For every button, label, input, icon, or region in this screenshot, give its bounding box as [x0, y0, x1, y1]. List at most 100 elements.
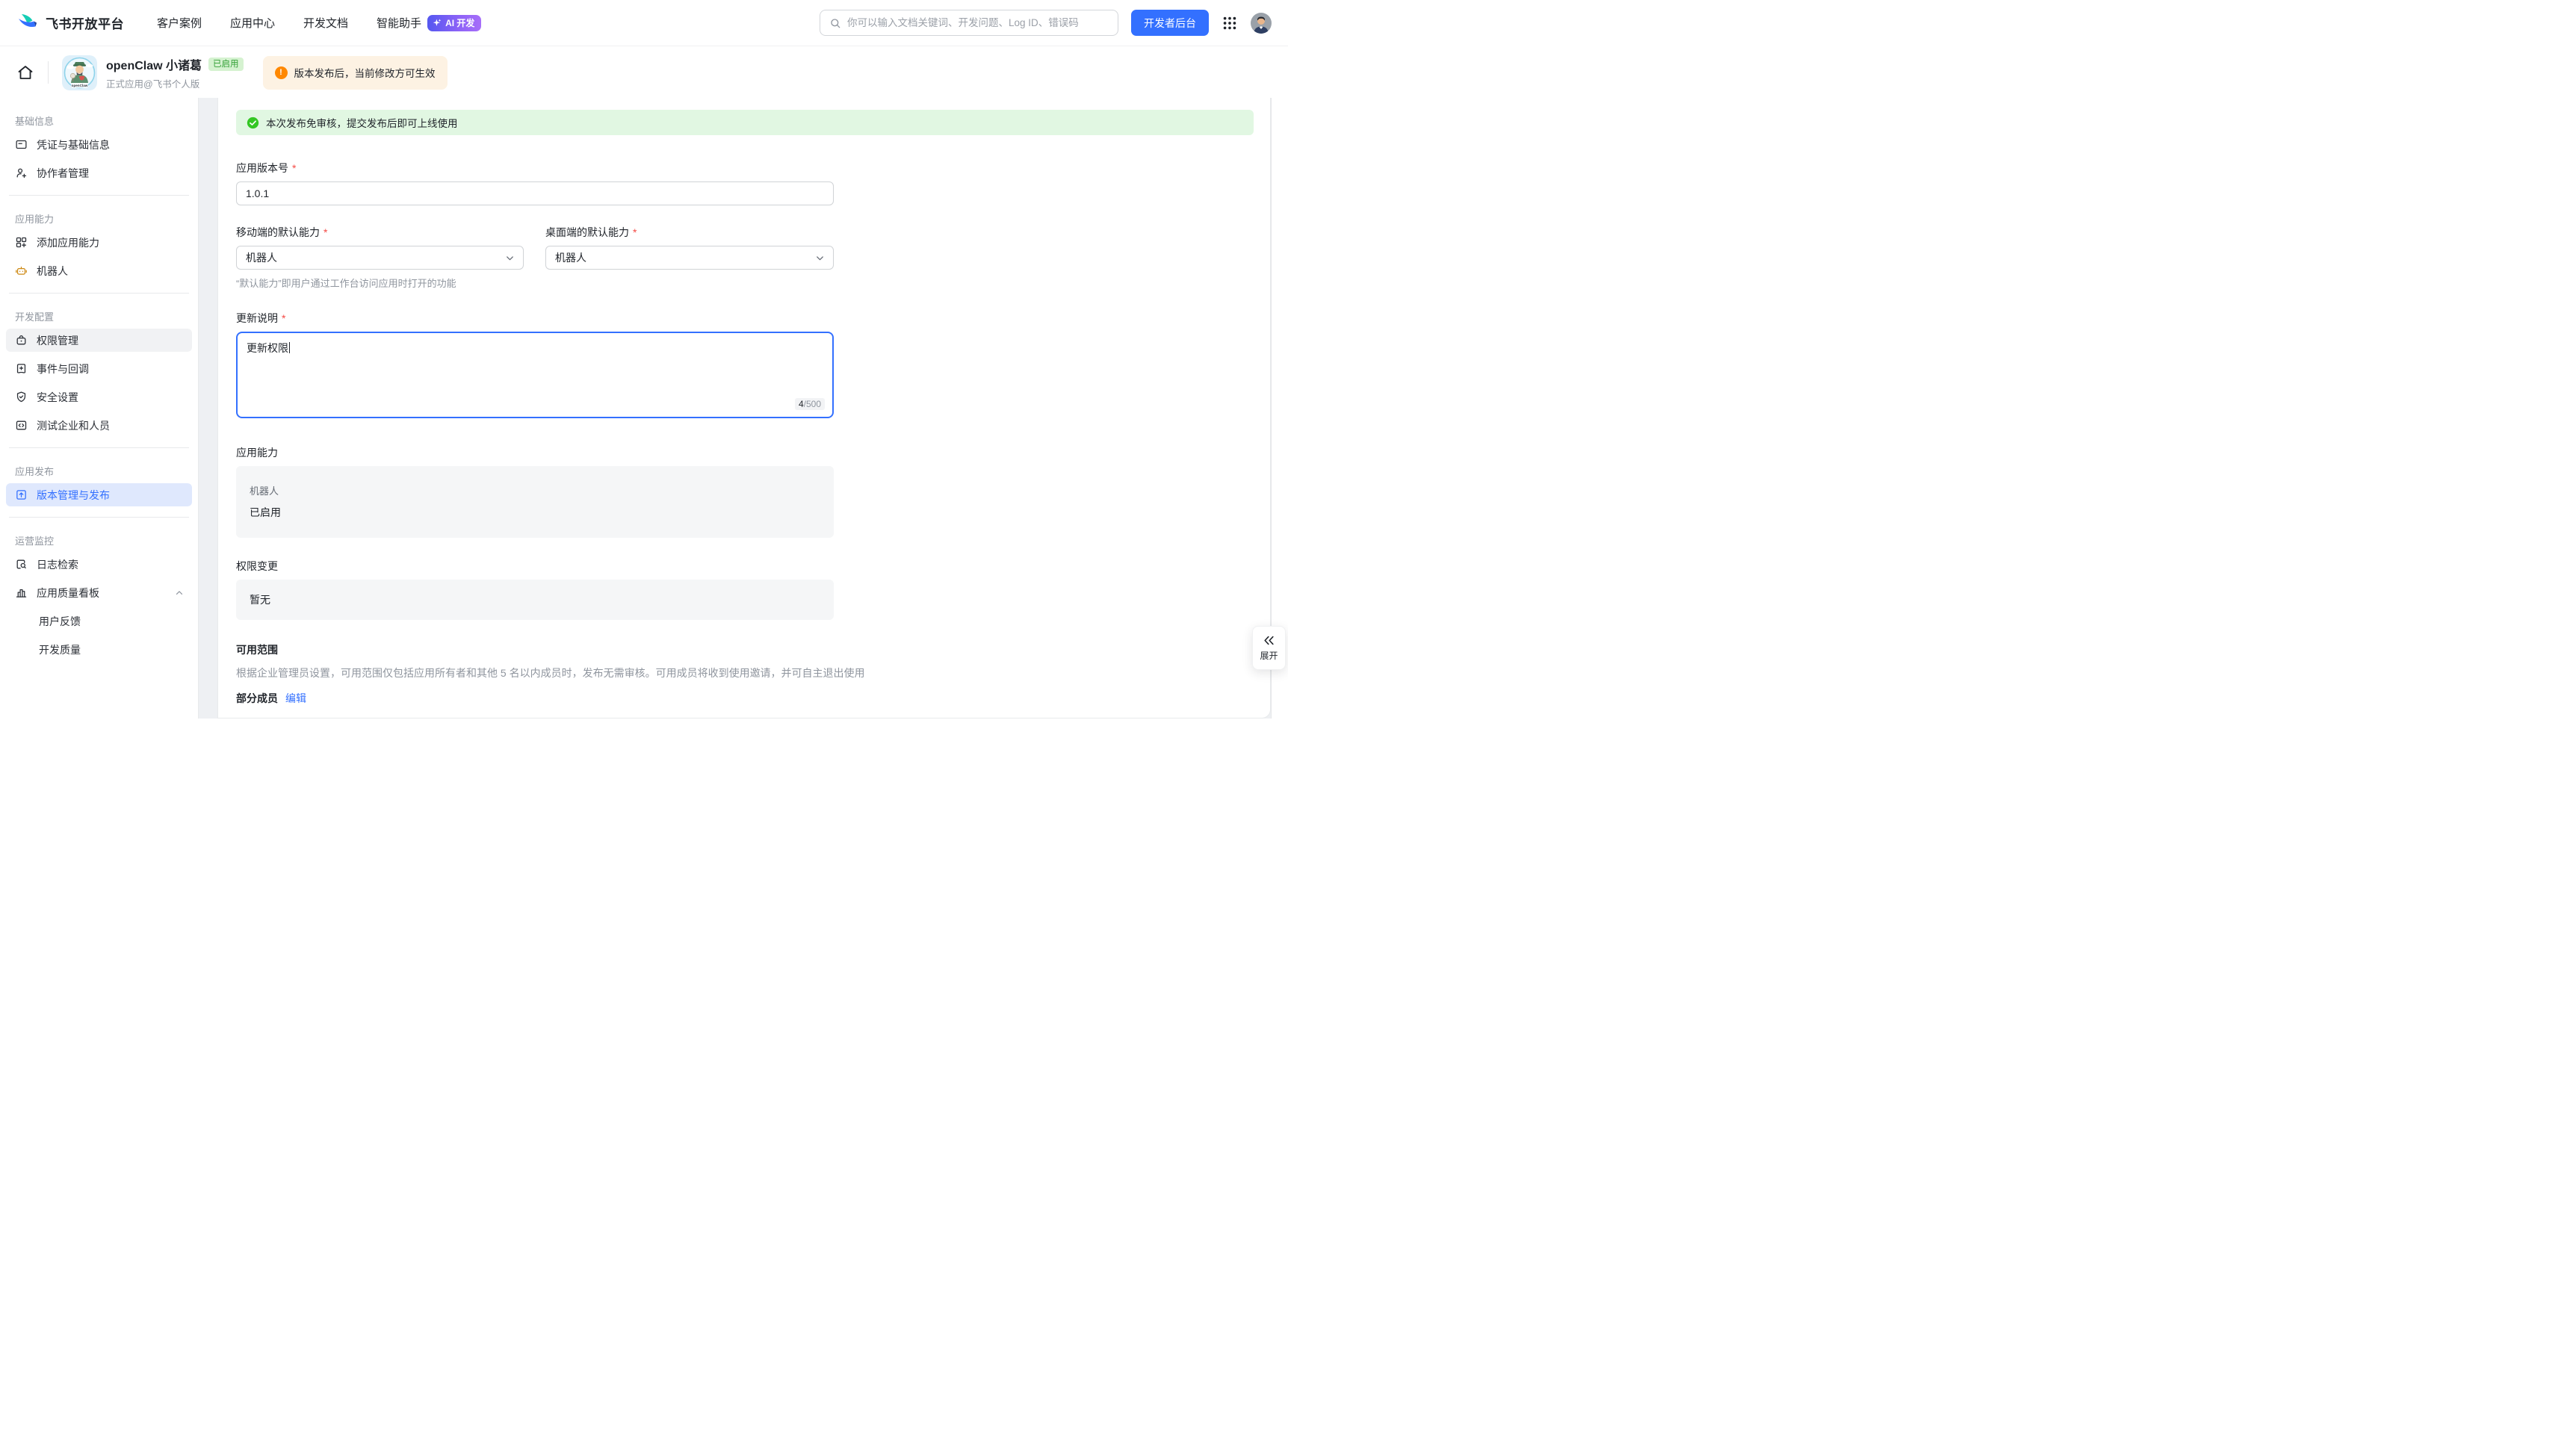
- search-icon: [829, 17, 841, 29]
- success-icon: [247, 117, 259, 129]
- sidebar-item-user-feedback[interactable]: 用户反馈: [6, 609, 192, 633]
- sidebar-item-label: 协作者管理: [37, 166, 89, 181]
- sidebar-item-credentials[interactable]: 凭证与基础信息: [6, 133, 192, 156]
- feishu-open-platform-console: 飞书开放平台 客户案例 应用中心 开发文档 智能助手 AI 开发: [0, 0, 1288, 718]
- required-asterisk: *: [282, 312, 285, 324]
- scope-row: 部分成员 编辑: [236, 691, 1252, 706]
- bar-chart-icon: [15, 586, 28, 599]
- divider: [48, 61, 49, 84]
- global-search[interactable]: [820, 10, 1118, 36]
- home-icon[interactable]: [16, 63, 34, 81]
- sidebar-item-label: 事件与回调: [37, 361, 89, 376]
- app-avatar-image: openClaw: [62, 55, 97, 90]
- nav-ai-assistant-label: 智能助手: [377, 15, 421, 31]
- sidebar-item-label: 添加应用能力: [37, 235, 99, 250]
- update-notes-label: 更新说明*: [236, 311, 1252, 326]
- required-asterisk: *: [323, 226, 327, 238]
- review-free-text: 本次发布免审核，提交发布后即可上线使用: [266, 115, 458, 130]
- sidebar-divider: [9, 447, 189, 448]
- sidebar-item-label: 日志检索: [37, 557, 78, 572]
- sidebar-item-events-callbacks[interactable]: 事件与回调: [6, 357, 192, 380]
- double-chevron-left-icon: [1263, 634, 1275, 647]
- app-avatar[interactable]: openClaw: [62, 55, 97, 90]
- capability-status: 已启用: [236, 497, 834, 538]
- ai-sparkle-icon: [433, 18, 442, 28]
- nav-customer-cases[interactable]: 客户案例: [157, 15, 202, 31]
- permission-changes-value: 暂无: [236, 580, 834, 620]
- sidebar-item-bot[interactable]: 机器人: [6, 259, 192, 282]
- search-input[interactable]: [847, 17, 1109, 28]
- sidebar-item-add-capability[interactable]: 添加应用能力: [6, 231, 192, 254]
- sidebar-item-dev-quality[interactable]: 开发质量: [6, 638, 192, 661]
- sidebar-section-dev-config: 开发配置: [6, 309, 192, 323]
- sidebar-item-label: 应用质量看板: [37, 586, 99, 600]
- required-asterisk: *: [633, 226, 637, 238]
- brand-title: 飞书开放平台: [46, 13, 124, 32]
- availability-heading: 可用范围: [236, 642, 1252, 657]
- edit-scope-link[interactable]: 编辑: [285, 691, 306, 706]
- availability-description: 根据企业管理员设置，可用范围仅包括应用所有者和其他 5 名以内成员时，发布无需审…: [236, 665, 1254, 681]
- topnav-right-cluster: 开发者后台: [820, 10, 1272, 36]
- ai-dev-badge-label: AI 开发: [445, 16, 474, 29]
- version-release-form: 本次发布免审核，提交发布后即可上线使用 应用版本号* 移动端的默认能力* 机器人: [217, 98, 1271, 718]
- mobile-capability-label: 移动端的默认能力*: [236, 225, 524, 240]
- app-capability-box: 机器人 已启用: [236, 466, 834, 538]
- review-free-banner: 本次发布免审核，提交发布后即可上线使用: [236, 110, 1254, 135]
- capability-hint: “默认能力”即用户通过工作台访问应用时打开的功能: [236, 276, 1252, 290]
- id-card-icon: [15, 138, 28, 151]
- publish-notice-text: 版本发布后，当前修改方可生效: [294, 65, 436, 80]
- sidebar-item-collaborators[interactable]: 协作者管理: [6, 161, 192, 184]
- required-asterisk: *: [292, 162, 296, 174]
- app-header-bar: openClaw openClaw 小诸葛 已启用 正式应用@飞书个人版 ! 版…: [0, 47, 1288, 98]
- status-badge: 已启用: [208, 58, 244, 71]
- nav-dev-docs[interactable]: 开发文档: [303, 15, 348, 31]
- top-navigation: 飞书开放平台 客户案例 应用中心 开发文档 智能助手 AI 开发: [0, 0, 1288, 46]
- chevron-down-icon: [814, 252, 826, 264]
- shield-check-icon: [15, 391, 28, 403]
- sidebar-item-log-search[interactable]: 日志检索: [6, 553, 192, 576]
- publish-notice-banner: ! 版本发布后，当前修改方可生效: [263, 56, 448, 90]
- event-plus-icon: [15, 362, 28, 375]
- update-notes-textarea[interactable]: 更新权限 4/500: [236, 332, 834, 418]
- ai-dev-badge[interactable]: AI 开发: [427, 15, 481, 31]
- primary-nav: 客户案例 应用中心 开发文档 智能助手 AI 开发: [157, 15, 481, 31]
- char-counter: 4/500: [795, 398, 825, 410]
- sidebar-item-label: 用户反馈: [39, 614, 81, 629]
- members-label: 成员:: [236, 717, 1252, 718]
- user-photo: [1251, 13, 1272, 34]
- sidebar-divider: [9, 195, 189, 196]
- briefcase-lock-icon: [15, 334, 28, 347]
- sidebar-item-test-company[interactable]: 测试企业和人员: [6, 414, 192, 437]
- sidebar-item-version-release[interactable]: 版本管理与发布: [6, 483, 192, 506]
- nav-ai-assistant[interactable]: 智能助手 AI 开发: [377, 15, 481, 31]
- mobile-capability-select[interactable]: 机器人: [236, 246, 524, 270]
- sidebar-divider: [9, 517, 189, 518]
- sidebar-item-permissions[interactable]: 权限管理: [6, 329, 192, 352]
- body-region: 基础信息 凭证与基础信息 协作者管理 应用能力: [0, 98, 1288, 718]
- desktop-capability-select[interactable]: 机器人: [545, 246, 834, 270]
- sidebar-item-label: 机器人: [37, 264, 68, 279]
- code-box-icon: [15, 419, 28, 432]
- sidebar-item-quality-dashboard[interactable]: 应用质量看板: [6, 581, 192, 604]
- sidebar-section-basic-info: 基础信息: [6, 114, 192, 128]
- version-input[interactable]: [236, 181, 834, 205]
- chevron-up-icon[interactable]: [174, 588, 185, 598]
- capability-name: 机器人: [236, 466, 834, 497]
- robot-icon: [15, 264, 28, 277]
- nav-app-center[interactable]: 应用中心: [230, 15, 275, 31]
- sidebar-item-security[interactable]: 安全设置: [6, 385, 192, 409]
- expand-panel-button[interactable]: 展开: [1252, 626, 1286, 670]
- user-avatar[interactable]: [1251, 13, 1272, 34]
- developer-console-button[interactable]: 开发者后台: [1131, 10, 1209, 36]
- desktop-capability-label: 桌面端的默认能力*: [545, 225, 834, 240]
- sidebar-item-label: 权限管理: [37, 333, 78, 348]
- apps-grid-icon[interactable]: [1222, 15, 1238, 31]
- warning-icon: !: [275, 66, 288, 79]
- chevron-down-icon: [504, 252, 515, 264]
- app-meta: openClaw 小诸葛 已启用 正式应用@飞书个人版: [106, 55, 244, 90]
- sidebar-item-label: 版本管理与发布: [37, 488, 110, 503]
- permission-changes-heading: 权限变更: [236, 559, 1252, 574]
- feishu-logo[interactable]: 飞书开放平台: [16, 12, 124, 34]
- sidebar-item-label: 开发质量: [39, 642, 81, 657]
- sidebar-item-label: 测试企业和人员: [37, 418, 110, 433]
